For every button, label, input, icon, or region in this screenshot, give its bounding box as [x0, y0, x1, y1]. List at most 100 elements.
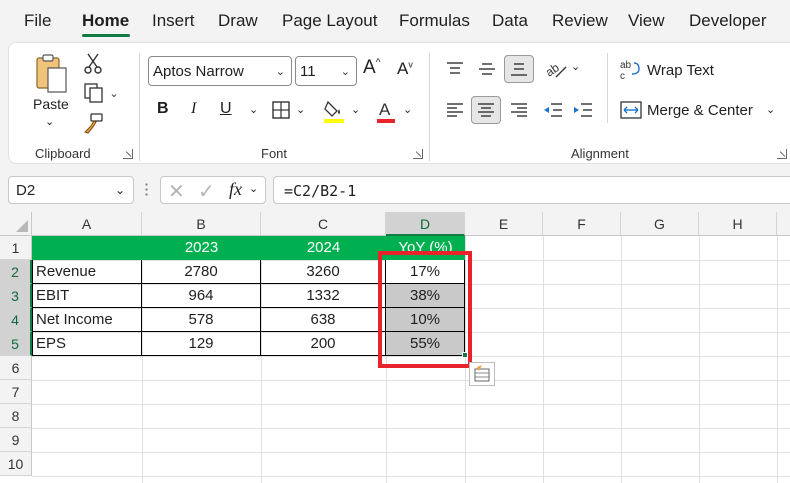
font-dialog-launcher-icon[interactable]	[413, 149, 423, 159]
wrap-text-button[interactable]: ab c	[619, 58, 641, 82]
font-name-combo[interactable]: Aptos Narrow ⌄	[148, 56, 292, 86]
column-header-b[interactable]: B	[142, 212, 261, 236]
middle-align-button[interactable]	[475, 57, 499, 81]
top-align-button[interactable]	[443, 57, 467, 81]
alignment-dialog-launcher-icon[interactable]	[777, 149, 787, 159]
underline-dropdown-icon[interactable]: ⌄	[249, 103, 258, 116]
column-header-d[interactable]: D	[386, 212, 465, 236]
merge-center-button[interactable]	[619, 99, 643, 121]
column-header-c[interactable]: C	[261, 212, 386, 236]
cut-button[interactable]	[81, 51, 105, 75]
column-header-a[interactable]: A	[32, 212, 142, 236]
font-color-button[interactable]: A	[375, 97, 397, 125]
formula-input[interactable]: =C2/B2-1	[273, 176, 790, 204]
cell-a4[interactable]: Net Income	[32, 308, 142, 332]
tab-developer[interactable]: Developer	[689, 11, 767, 31]
cell-a5[interactable]: EPS	[32, 332, 142, 356]
tab-data[interactable]: Data	[492, 11, 528, 31]
orientation-dropdown-icon[interactable]: ⌄	[571, 60, 580, 73]
select-all-button[interactable]	[0, 212, 32, 236]
increase-indent-button[interactable]	[571, 98, 595, 122]
row-header-8[interactable]: 8	[0, 404, 32, 428]
gridline	[543, 236, 544, 483]
row-header-1[interactable]: 1	[0, 236, 32, 260]
cell-a1[interactable]	[32, 236, 142, 260]
format-painter-button[interactable]	[81, 111, 105, 135]
enter-icon[interactable]: ✓	[198, 179, 215, 204]
cell-c4[interactable]: 638	[261, 308, 386, 332]
increase-font-size-icon[interactable]: A^	[363, 57, 380, 79]
bold-button[interactable]: B	[157, 100, 169, 118]
column-header-f[interactable]: F	[543, 212, 621, 236]
merge-center-dropdown-icon[interactable]: ⌄	[766, 103, 775, 116]
cell-b2[interactable]: 2780	[142, 260, 261, 284]
paste-dropdown-icon[interactable]: ⌄	[45, 115, 54, 128]
underline-button[interactable]: U	[220, 100, 232, 118]
cell-c2[interactable]: 3260	[261, 260, 386, 284]
tab-home[interactable]: Home	[82, 11, 129, 31]
tab-view[interactable]: View	[628, 11, 665, 31]
merge-center-label[interactable]: Merge & Center	[647, 102, 753, 119]
row-header-5[interactable]: 5	[0, 332, 32, 356]
copy-icon	[84, 83, 104, 103]
borders-button[interactable]	[269, 99, 293, 121]
cancel-icon[interactable]: ✕	[168, 179, 185, 204]
decrease-indent-button[interactable]	[541, 98, 565, 122]
clipboard-icon	[36, 54, 67, 93]
tab-draw[interactable]: Draw	[218, 11, 258, 31]
column-header-h[interactable]: H	[699, 212, 777, 236]
name-box[interactable]: D2 ⌄	[8, 176, 134, 204]
top-align-icon	[447, 62, 463, 74]
tab-review[interactable]: Review	[552, 11, 608, 31]
wrap-text-label[interactable]: Wrap Text	[647, 62, 714, 79]
column-header-partial[interactable]	[777, 212, 790, 236]
row-header-10[interactable]: 10	[0, 452, 32, 476]
paste-button[interactable]	[31, 51, 71, 97]
borders-dropdown-icon[interactable]: ⌄	[296, 103, 305, 116]
fill-color-dropdown-icon[interactable]: ⌄	[351, 103, 360, 116]
cell-c5[interactable]: 200	[261, 332, 386, 356]
tab-insert[interactable]: Insert	[152, 11, 195, 31]
quick-analysis-button[interactable]	[469, 362, 495, 386]
chevron-down-icon: ⌄	[275, 66, 285, 78]
copy-button[interactable]: ⌄	[81, 81, 121, 105]
row-header-9[interactable]: 9	[0, 428, 32, 452]
align-left-button[interactable]	[443, 98, 467, 122]
cell-b3[interactable]: 964	[142, 284, 261, 308]
cell-b5[interactable]: 129	[142, 332, 261, 356]
fill-handle[interactable]	[462, 352, 468, 358]
row-header-6[interactable]: 6	[0, 356, 32, 380]
copy-dropdown-icon[interactable]: ⌄	[109, 87, 118, 100]
bottom-align-button[interactable]	[504, 55, 534, 83]
tab-page-layout[interactable]: Page Layout	[282, 11, 377, 31]
align-center-button[interactable]	[471, 96, 501, 124]
row-header-2[interactable]: 2	[0, 260, 32, 284]
orientation-button[interactable]: ab	[541, 56, 571, 82]
align-right-button[interactable]	[507, 98, 531, 122]
row-header-3[interactable]: 3	[0, 284, 32, 308]
insert-function-icon[interactable]: fx	[229, 179, 242, 200]
column-header-g[interactable]: G	[621, 212, 699, 236]
name-box-value: D2	[16, 182, 36, 199]
tab-formulas[interactable]: Formulas	[399, 11, 470, 31]
cell-c3[interactable]: 1332	[261, 284, 386, 308]
font-size-combo[interactable]: 11 ⌄	[295, 56, 357, 86]
formula-bar-dropdown-icon[interactable]: ⌄	[249, 182, 258, 195]
cell-a2[interactable]: Revenue	[32, 260, 142, 284]
decrease-font-size-icon[interactable]: Av	[397, 59, 413, 79]
font-color-dropdown-icon[interactable]: ⌄	[403, 103, 412, 116]
tab-file[interactable]: File	[24, 11, 51, 31]
paste-label[interactable]: Paste	[33, 96, 69, 112]
cell-a3[interactable]: EBIT	[32, 284, 142, 308]
cell-b4[interactable]: 578	[142, 308, 261, 332]
align-center-icon	[478, 103, 494, 117]
fill-color-button[interactable]	[321, 98, 347, 124]
row-header-4[interactable]: 4	[0, 308, 32, 332]
cell-b1[interactable]: 2023	[142, 236, 261, 260]
cell-c1[interactable]: 2024	[261, 236, 386, 260]
italic-button[interactable]: I	[191, 100, 196, 118]
column-header-e[interactable]: E	[465, 212, 543, 236]
formula-bar-resize-handle[interactable]	[145, 182, 148, 198]
row-header-7[interactable]: 7	[0, 380, 32, 404]
clipboard-dialog-launcher-icon[interactable]	[123, 149, 133, 159]
